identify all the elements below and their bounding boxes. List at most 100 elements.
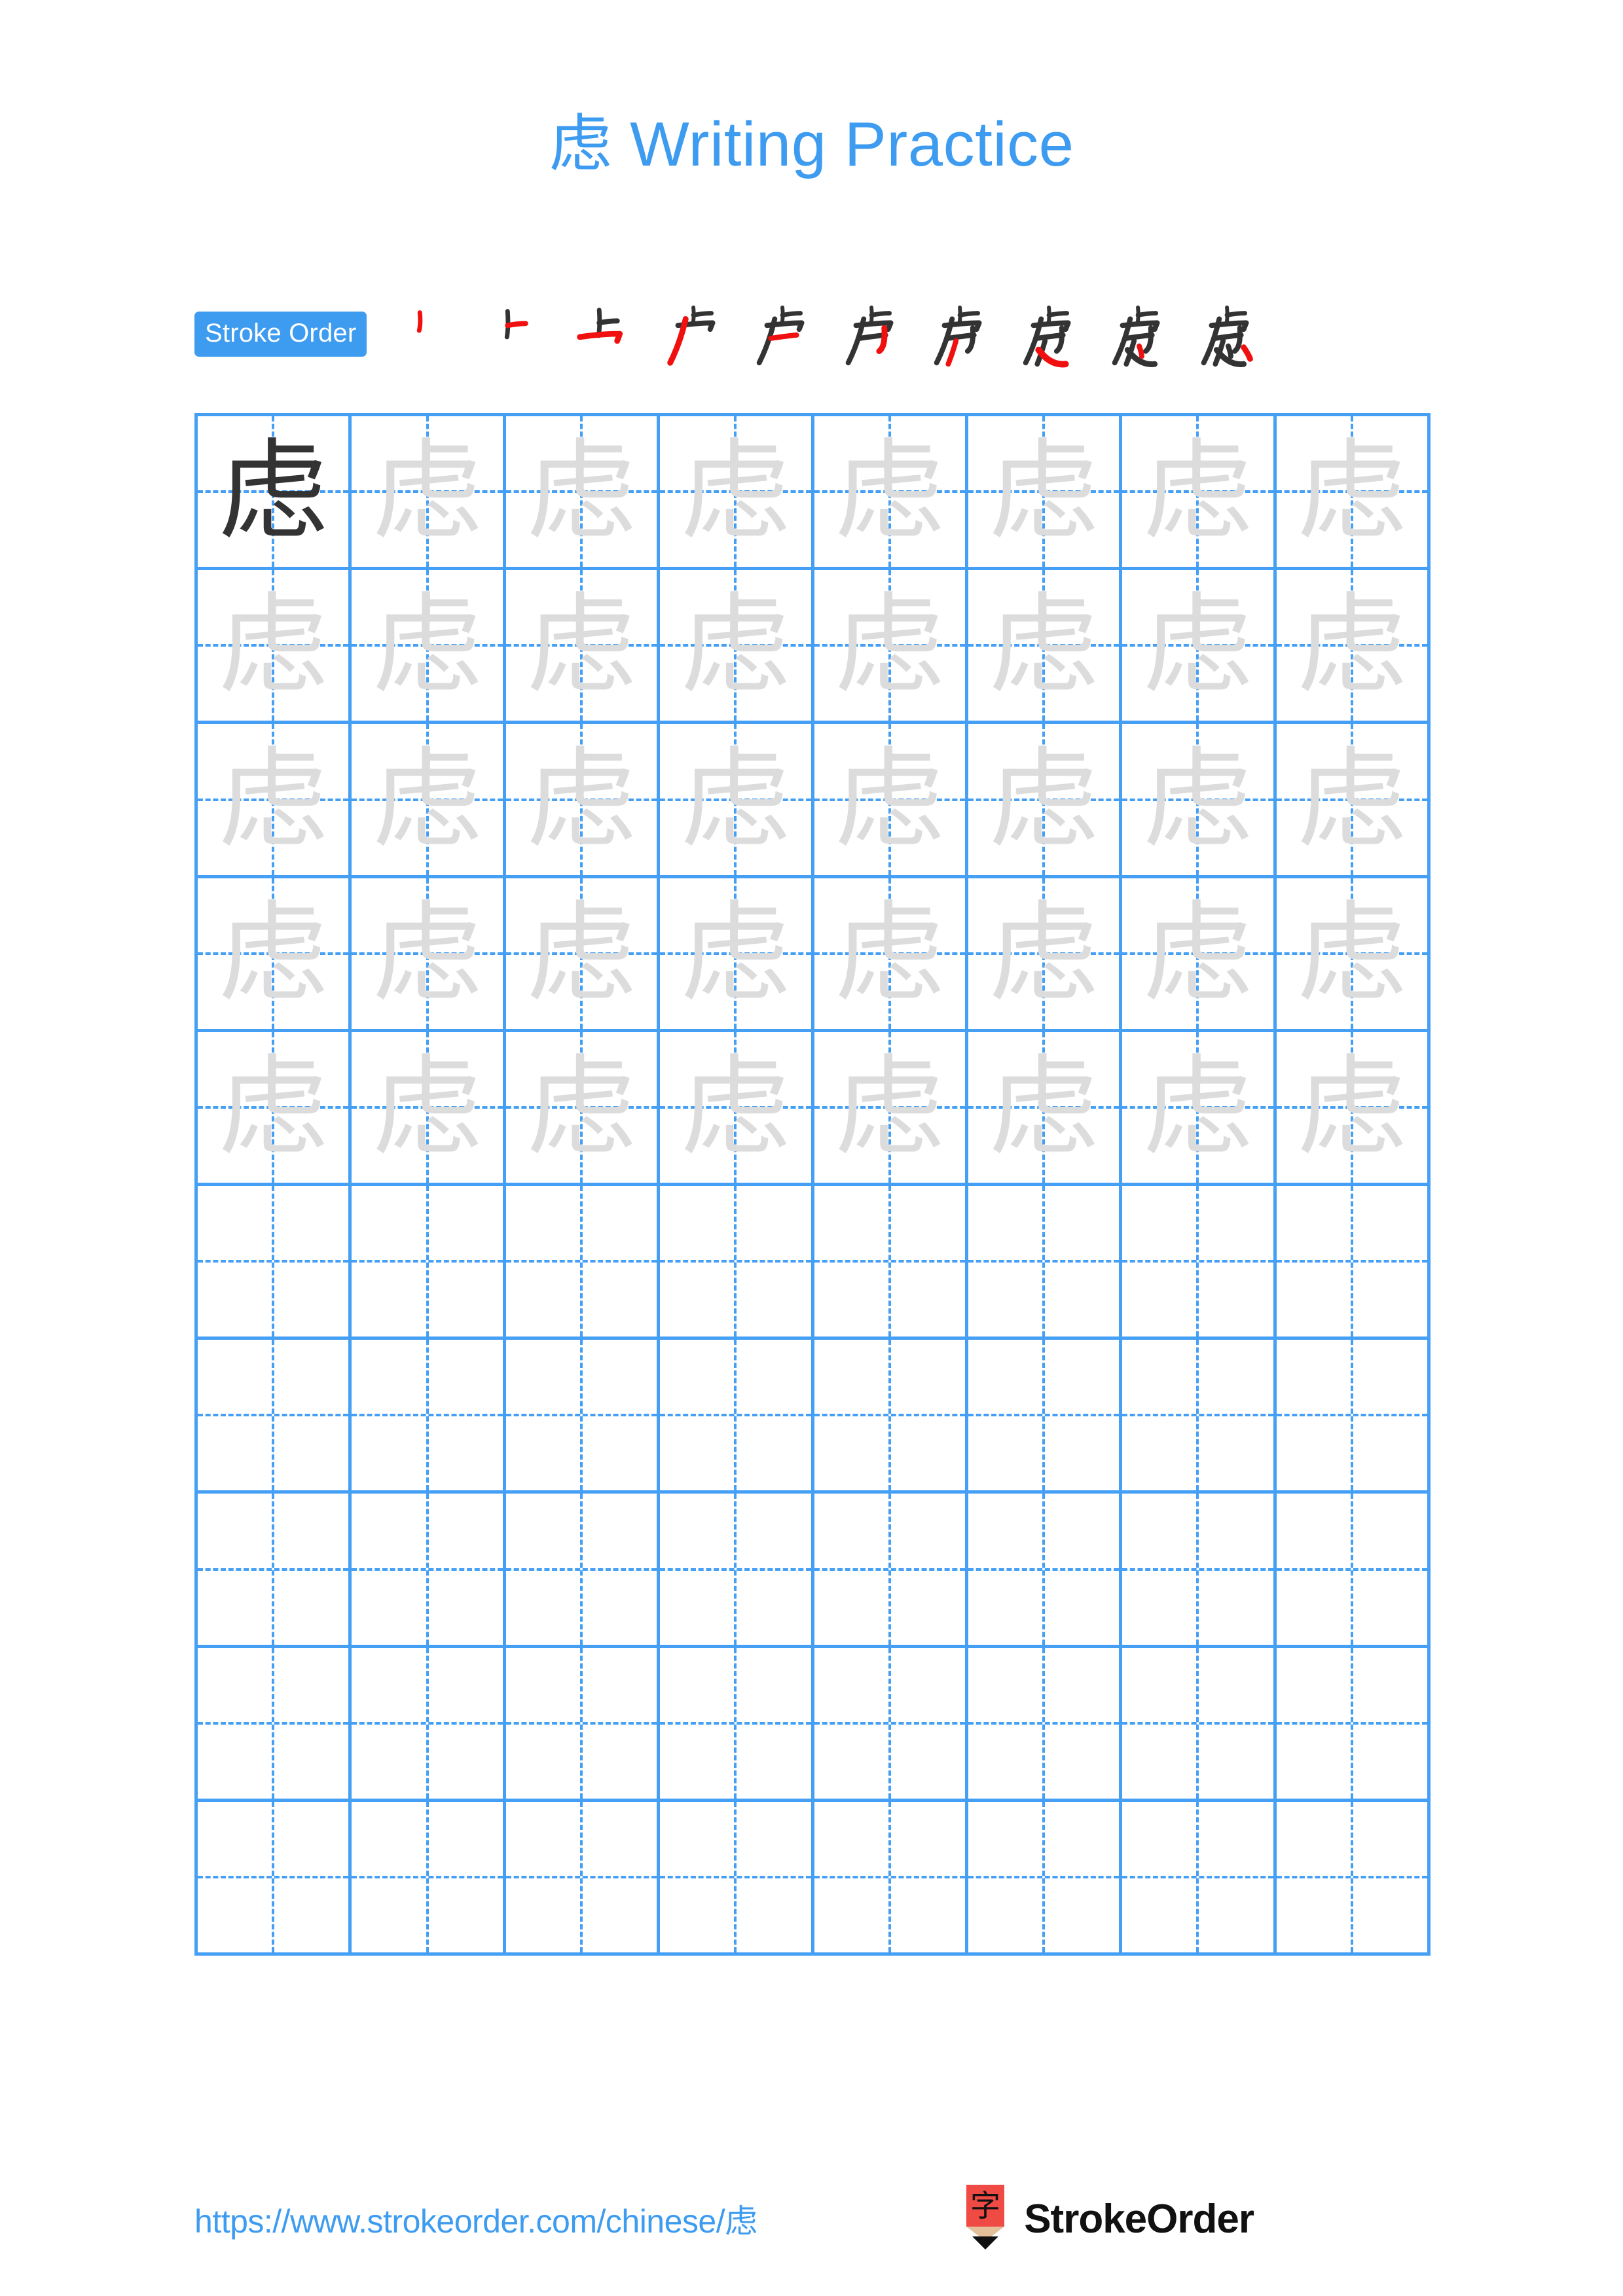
practice-cell[interactable] <box>352 1340 506 1491</box>
practice-cell-character: 虑 <box>526 735 636 864</box>
practice-cell[interactable]: 虑 <box>506 724 661 875</box>
practice-cell[interactable]: 虑 <box>1122 878 1277 1029</box>
practice-cell-character: 虑 <box>526 889 636 1018</box>
practice-cell[interactable] <box>198 1647 352 1799</box>
practice-cell[interactable]: 虑 <box>1122 724 1277 875</box>
practice-cell[interactable]: 虑 <box>660 724 814 875</box>
practice-cell[interactable]: 虑 <box>506 878 661 1029</box>
practice-cell[interactable] <box>1122 1647 1277 1799</box>
practice-cell[interactable]: 虑 <box>968 416 1123 567</box>
practice-cell[interactable]: 虑 <box>968 570 1123 721</box>
practice-cell[interactable] <box>814 1801 968 1953</box>
practice-cell[interactable]: 虑 <box>814 878 968 1029</box>
practice-cell[interactable]: 虑 <box>814 416 968 567</box>
practice-cell[interactable]: 虑 <box>506 570 661 721</box>
practice-cell[interactable] <box>1277 1340 1431 1491</box>
practice-cell[interactable]: 虑 <box>1277 1031 1431 1183</box>
practice-cell[interactable] <box>1277 1647 1431 1799</box>
practice-cell[interactable] <box>1122 1340 1277 1491</box>
practice-cell[interactable]: 虑 <box>352 878 506 1029</box>
practice-cell[interactable] <box>1122 1186 1277 1337</box>
practice-cell[interactable]: 虑 <box>660 1031 814 1183</box>
practice-cell[interactable] <box>660 1186 814 1337</box>
practice-cell-character <box>1277 1802 1427 1952</box>
practice-cell[interactable] <box>968 1801 1123 1953</box>
practice-cell[interactable] <box>660 1494 814 1645</box>
svg-text:字: 字 <box>970 2188 1000 2223</box>
practice-cell[interactable] <box>198 1340 352 1491</box>
practice-cell[interactable]: 虑 <box>198 878 352 1029</box>
practice-cell[interactable]: 虑 <box>506 416 661 567</box>
practice-cell[interactable]: 虑 <box>1122 570 1277 721</box>
practice-cell[interactable] <box>660 1801 814 1953</box>
practice-cell-character <box>352 1186 502 1336</box>
practice-cell[interactable]: 虑 <box>352 570 506 721</box>
practice-cell[interactable] <box>352 1647 506 1799</box>
practice-cell[interactable] <box>814 1186 968 1337</box>
practice-cell[interactable] <box>198 1186 352 1337</box>
practice-cell[interactable]: 虑 <box>968 878 1123 1029</box>
practice-cell[interactable] <box>1277 1801 1431 1953</box>
practice-cell[interactable]: 虑 <box>814 570 968 721</box>
practice-cell[interactable] <box>506 1801 661 1953</box>
practice-cell-character <box>1122 1340 1273 1490</box>
practice-cell[interactable] <box>506 1186 661 1337</box>
practice-cell-character <box>1122 1494 1273 1644</box>
practice-cell[interactable]: 虑 <box>814 724 968 875</box>
practice-cell[interactable]: 虑 <box>968 1031 1123 1183</box>
practice-cell-character <box>814 1494 965 1644</box>
practice-cell[interactable] <box>352 1186 506 1337</box>
footer-url-link[interactable]: https://www.strokeorder.com/chinese/虑 <box>194 2195 757 2242</box>
practice-cell[interactable] <box>660 1647 814 1799</box>
practice-cell[interactable] <box>660 1340 814 1491</box>
practice-cell[interactable]: 虑 <box>198 570 352 721</box>
practice-cell[interactable] <box>1122 1494 1277 1645</box>
practice-cell-character <box>968 1340 1119 1490</box>
practice-cell[interactable]: 虑 <box>660 570 814 721</box>
practice-cell[interactable]: 虑 <box>1122 1031 1277 1183</box>
practice-cell[interactable]: 虑 <box>1277 878 1431 1029</box>
practice-cell[interactable] <box>968 1494 1123 1645</box>
practice-cell[interactable]: 虑 <box>1277 724 1431 875</box>
practice-cell[interactable]: 虑 <box>968 724 1123 875</box>
practice-cell-character: 虑 <box>834 735 945 864</box>
practice-cell[interactable] <box>198 1801 352 1953</box>
practice-cell[interactable] <box>198 1494 352 1645</box>
practice-cell[interactable]: 虑 <box>352 724 506 875</box>
practice-cell-character: 虑 <box>680 581 791 710</box>
practice-cell[interactable] <box>1122 1801 1277 1953</box>
practice-cell-character <box>198 1186 348 1336</box>
practice-cell[interactable]: 虑 <box>1277 570 1431 721</box>
practice-cell[interactable]: 虑 <box>198 416 352 567</box>
practice-cell[interactable] <box>814 1494 968 1645</box>
practice-cell-character <box>506 1494 657 1644</box>
practice-cell[interactable]: 虑 <box>198 1031 352 1183</box>
practice-cell[interactable]: 虑 <box>352 416 506 567</box>
practice-cell-character <box>198 1648 348 1799</box>
practice-cell[interactable] <box>506 1494 661 1645</box>
practice-cell[interactable] <box>352 1494 506 1645</box>
practice-cell[interactable] <box>814 1647 968 1799</box>
practice-cell-character: 虑 <box>1296 889 1407 1018</box>
practice-cell[interactable]: 虑 <box>506 1031 661 1183</box>
practice-cell[interactable] <box>506 1340 661 1491</box>
practice-cell[interactable] <box>814 1340 968 1491</box>
practice-grid: 虑虑虑虑虑虑虑虑虑虑虑虑虑虑虑虑虑虑虑虑虑虑虑虑虑虑虑虑虑虑虑虑虑虑虑虑虑虑虑虑 <box>194 413 1431 1956</box>
practice-cell[interactable] <box>506 1647 661 1799</box>
practice-cell[interactable] <box>968 1186 1123 1337</box>
practice-cell[interactable]: 虑 <box>1122 416 1277 567</box>
stroke-step-9 <box>1102 298 1179 370</box>
practice-cell[interactable]: 虑 <box>352 1031 506 1183</box>
practice-cell-character <box>968 1648 1119 1799</box>
practice-cell[interactable] <box>1277 1186 1431 1337</box>
practice-cell[interactable] <box>1277 1494 1431 1645</box>
practice-cell[interactable]: 虑 <box>660 878 814 1029</box>
practice-cell[interactable] <box>352 1801 506 1953</box>
practice-cell[interactable]: 虑 <box>198 724 352 875</box>
practice-cell[interactable] <box>968 1340 1123 1491</box>
practice-cell[interactable]: 虑 <box>1277 416 1431 567</box>
practice-cell[interactable]: 虑 <box>814 1031 968 1183</box>
practice-cell[interactable]: 虑 <box>660 416 814 567</box>
practice-cell[interactable] <box>968 1647 1123 1799</box>
practice-cell-character: 虑 <box>680 889 791 1018</box>
